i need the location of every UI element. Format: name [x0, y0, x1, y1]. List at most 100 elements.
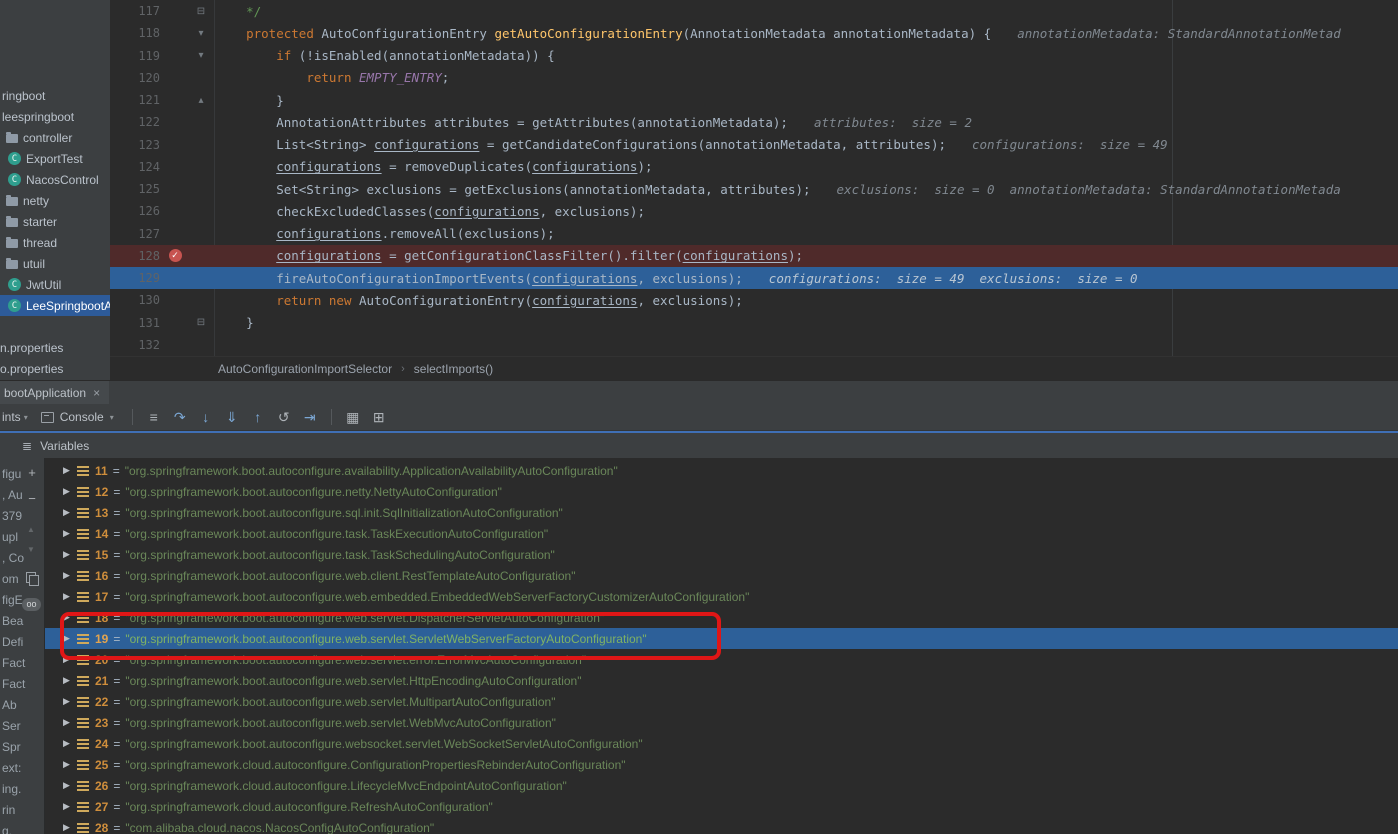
project-item-LeeSpringbootAp[interactable]: C LeeSpringbootAp [0, 295, 110, 316]
variable-row-15[interactable]: ▶ 15 = "org.springframework.boot.autoconfig… [45, 544, 1398, 565]
oo-toggle-badge[interactable]: oo [22, 598, 41, 611]
project-item-netty[interactable]: netty [0, 190, 110, 211]
project-item-leespringboot[interactable]: leespringboot [0, 106, 110, 127]
variable-row-26[interactable]: ▶ 26 = "org.springframework.cloud.autoconfi… [45, 775, 1398, 796]
variable-row-17[interactable]: ▶ 17 = "org.springframework.boot.autoconfig… [45, 586, 1398, 607]
expand-arrow-icon[interactable]: ▶ [63, 738, 75, 749]
expand-arrow-icon[interactable]: ▶ [63, 528, 75, 539]
variable-row-14[interactable]: ▶ 14 = "org.springframework.boot.autoconfig… [45, 523, 1398, 544]
project-item-NacosControl[interactable]: C NacosControl [0, 169, 110, 190]
editor-line-132[interactable]: 132 [110, 334, 1398, 356]
code-editor[interactable]: 117 ⊟ */ 118 ▾ protected AutoConfigurationE… [110, 0, 1398, 356]
editor-line-131[interactable]: 131 ⊟ } [110, 312, 1398, 334]
scroll-up-icon[interactable]: ▲ [27, 526, 35, 534]
code-text[interactable]: checkExcludedClasses(configurations, exc… [212, 204, 645, 219]
project-item-thread[interactable]: thread [0, 232, 110, 253]
editor-line-121[interactable]: 121 ▴ } [110, 89, 1398, 111]
editor-line-130[interactable]: 130 return new AutoConfigurationEntry(co… [110, 289, 1398, 311]
expand-arrow-icon[interactable]: ▶ [63, 591, 75, 602]
expand-arrow-icon[interactable]: ▶ [63, 696, 75, 707]
expand-arrow-icon[interactable]: ▶ [63, 465, 75, 476]
code-text[interactable]: protected AutoConfigurationEntry getAuto… [212, 26, 1341, 41]
variable-row-19[interactable]: ▶ 19 = "org.springframework.boot.autoconfig… [45, 628, 1398, 649]
variable-row-20[interactable]: ▶ 20 = "org.springframework.boot.autoconfig… [45, 649, 1398, 670]
variable-row-18[interactable]: ▶ 18 = "org.springframework.boot.autoconfig… [45, 607, 1398, 628]
fold-marker-icon[interactable]: ⊟ [190, 317, 212, 328]
project-item-ExportTest[interactable]: C ExportTest [0, 148, 110, 169]
expand-arrow-icon[interactable]: ▶ [63, 822, 75, 833]
project-item-n.properties[interactable]: n.properties [0, 337, 110, 358]
variable-row-16[interactable]: ▶ 16 = "org.springframework.boot.autoconfig… [45, 565, 1398, 586]
fold-marker-icon[interactable]: ▾ [190, 50, 212, 61]
expand-arrow-icon[interactable]: ▶ [63, 549, 75, 560]
breakpoint-gutter[interactable]: ✓ [160, 249, 190, 263]
variable-row-25[interactable]: ▶ 25 = "org.springframework.cloud.autoconfi… [45, 754, 1398, 775]
editor-line-128[interactable]: 128 ✓ configurations = getConfigurationCl… [110, 244, 1398, 267]
code-text[interactable]: return new AutoConfigurationEntry(config… [212, 293, 743, 308]
expand-arrow-icon[interactable]: ▶ [63, 717, 75, 728]
code-text[interactable]: fireAutoConfigurationImportEvents(config… [212, 271, 1137, 286]
code-text[interactable]: Set<String> exclusions = getExclusions(a… [212, 182, 1341, 197]
code-text[interactable]: } [212, 315, 254, 330]
editor-line-122[interactable]: 122 AnnotationAttributes attributes = ge… [110, 111, 1398, 133]
variables-panel[interactable]: ▶ 11 = "org.springframework.boot.autoconfig… [45, 458, 1398, 834]
code-text[interactable]: return EMPTY_ENTRY; [212, 70, 449, 85]
fold-marker-icon[interactable]: ⊟ [190, 6, 212, 17]
variable-row-11[interactable]: ▶ 11 = "org.springframework.boot.autoconfig… [45, 460, 1398, 481]
expand-arrow-icon[interactable]: ▶ [63, 486, 75, 497]
project-item-o.properties[interactable]: o.properties [0, 358, 110, 379]
mute-breakpoints-icon[interactable]: ≡ [141, 409, 167, 425]
variable-row-22[interactable]: ▶ 22 = "org.springframework.boot.autoconfig… [45, 691, 1398, 712]
project-item-controller[interactable]: controller [0, 127, 110, 148]
project-item-JwtUtil[interactable]: C JwtUtil [0, 274, 110, 295]
fold-marker-icon[interactable]: ▴ [190, 95, 212, 106]
editor-line-126[interactable]: 126 checkExcludedClasses(configurations,… [110, 200, 1398, 222]
expand-arrow-icon[interactable]: ▶ [63, 507, 75, 518]
scroll-down-icon[interactable]: ▼ [27, 546, 35, 554]
code-text[interactable]: configurations = removeDuplicates(config… [212, 159, 652, 174]
variable-row-12[interactable]: ▶ 12 = "org.springframework.boot.autoconfig… [45, 481, 1398, 502]
project-item-utuil[interactable]: utuil [0, 253, 110, 274]
close-tab-icon[interactable]: × [93, 386, 100, 400]
run-to-cursor-icon[interactable]: ⇥ [297, 409, 323, 426]
expand-arrow-icon[interactable]: ▶ [63, 780, 75, 791]
layout-settings-icon[interactable]: ⊞ [366, 409, 392, 426]
step-into-icon[interactable]: ↓ [193, 409, 219, 425]
variable-row-23[interactable]: ▶ 23 = "org.springframework.boot.autoconfig… [45, 712, 1398, 733]
editor-line-123[interactable]: 123 List<String> configurations = getCan… [110, 134, 1398, 156]
step-over-icon[interactable]: ↷ [167, 409, 193, 426]
console-tab[interactable]: Console ▾ [31, 404, 124, 430]
breakpoint-icon[interactable]: ✓ [168, 249, 182, 263]
expand-arrow-icon[interactable]: ▶ [63, 570, 75, 581]
editor-line-125[interactable]: 125 Set<String> exclusions = getExclusio… [110, 178, 1398, 200]
expand-arrow-icon[interactable]: ▶ [63, 759, 75, 770]
variable-row-28[interactable]: ▶ 28 = "com.alibaba.cloud.nacos.NacosConfig… [45, 817, 1398, 834]
expand-arrow-icon[interactable]: ▶ [63, 633, 75, 644]
project-item-starter[interactable]: starter [0, 211, 110, 232]
expand-arrow-icon[interactable]: ▶ [63, 612, 75, 623]
debugger-tab-fragment[interactable]: ints ▾ [0, 410, 31, 424]
editor-line-120[interactable]: 120 return EMPTY_ENTRY; [110, 67, 1398, 89]
code-text[interactable]: AnnotationAttributes attributes = getAtt… [212, 115, 972, 130]
editor-line-118[interactable]: 118 ▾ protected AutoConfigurationEntry ge… [110, 22, 1398, 44]
variable-row-24[interactable]: ▶ 24 = "org.springframework.boot.autoconfig… [45, 733, 1398, 754]
code-text[interactable]: configurations = getConfigurationClassFi… [212, 248, 803, 263]
drop-frame-icon[interactable]: ↺ [271, 409, 297, 426]
copy-icon[interactable] [26, 572, 39, 586]
editor-line-129[interactable]: 129 fireAutoConfigurationImportEvents(co… [110, 267, 1398, 290]
remove-watch-button[interactable]: − [25, 492, 39, 506]
editor-line-117[interactable]: 117 ⊟ */ [110, 0, 1398, 22]
add-watch-button[interactable]: + [25, 466, 39, 480]
breadcrumb-method[interactable]: selectImports() [414, 362, 493, 376]
force-step-into-icon[interactable]: ⇓ [219, 409, 245, 426]
code-text[interactable]: List<String> configurations = getCandida… [212, 137, 1167, 152]
code-text[interactable]: */ [212, 4, 261, 19]
editor-line-119[interactable]: 119 ▾ if (!isEnabled(annotationMetadata))… [110, 45, 1398, 67]
fold-marker-icon[interactable]: ▾ [190, 28, 212, 39]
code-text[interactable]: } [212, 93, 284, 108]
variable-row-27[interactable]: ▶ 27 = "org.springframework.cloud.autoconfi… [45, 796, 1398, 817]
editor-line-127[interactable]: 127 configurations.removeAll(exclusions)… [110, 223, 1398, 245]
expand-arrow-icon[interactable]: ▶ [63, 675, 75, 686]
breadcrumb-class[interactable]: AutoConfigurationImportSelector [218, 362, 392, 376]
code-text[interactable]: if (!isEnabled(annotationMetadata)) { [212, 48, 554, 63]
